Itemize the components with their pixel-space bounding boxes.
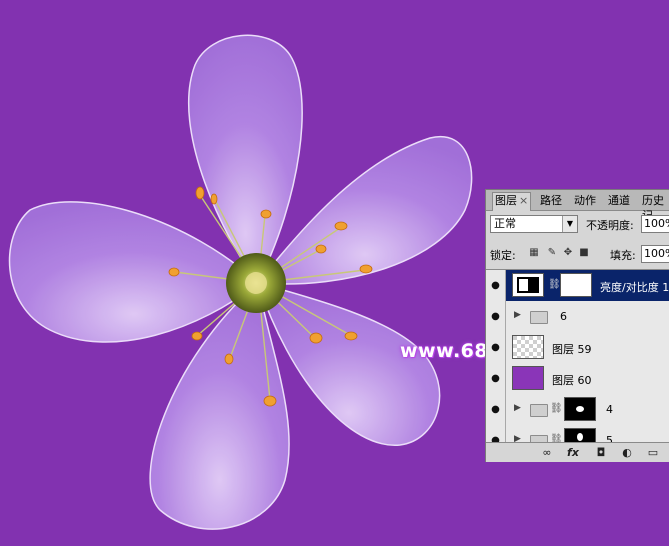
eye-icon[interactable]: ● xyxy=(486,270,506,301)
layer-name: 4 xyxy=(606,403,613,416)
adjustment-thumb xyxy=(512,273,544,297)
lock-label: 锁定: xyxy=(490,249,516,262)
lock-move-icon[interactable]: ✥ xyxy=(562,247,574,259)
layer-mask-thumb xyxy=(564,428,596,443)
layer-row[interactable]: ● 图层 60 xyxy=(486,363,669,395)
layer-row[interactable]: ● ▶ 6 xyxy=(486,301,669,333)
fill-label: 填充: xyxy=(610,249,636,262)
close-icon[interactable]: × xyxy=(519,194,528,207)
eye-icon[interactable]: ● xyxy=(486,363,506,394)
eye-icon[interactable]: ● xyxy=(486,332,506,363)
opacity-input[interactable]: 100% xyxy=(641,215,669,233)
panel-bottom-bar: ∞ fx ◘ ◐ ▭ xyxy=(486,442,669,462)
layer-name: 图层 59 xyxy=(552,343,592,356)
blend-row: 正常 ▼ 不透明度: 100% xyxy=(490,215,669,235)
eye-icon[interactable]: ● xyxy=(486,301,506,332)
layer-row[interactable]: ● ⛓ 亮度/对比度 1 xyxy=(486,270,669,302)
eye-icon[interactable]: ● xyxy=(486,425,506,443)
fx-icon[interactable]: fx xyxy=(566,446,580,459)
tab-paths[interactable]: 路径 xyxy=(538,193,564,209)
layers-panel: 图层× 路径 动作 通道 历史记 正常 ▼ 不透明度: 100% 锁定: ▦ ✎… xyxy=(485,189,669,462)
lock-brush-icon[interactable]: ✎ xyxy=(546,247,558,259)
adjustment-icon[interactable]: ◐ xyxy=(620,446,634,459)
chevron-down-icon: ▼ xyxy=(562,216,577,232)
folder-icon xyxy=(530,311,548,324)
layer-mask-thumb xyxy=(560,273,592,297)
opacity-label: 不透明度: xyxy=(586,219,634,232)
layer-thumb xyxy=(512,366,544,390)
layer-name: 图层 60 xyxy=(552,374,592,387)
layer-name: 亮度/对比度 1 xyxy=(600,281,669,294)
lock-transparent-icon[interactable]: ▦ xyxy=(528,247,540,259)
link-icon: ⛓ xyxy=(548,279,561,290)
link-icon: ⛓ xyxy=(550,403,563,414)
layers-list: ● ⛓ 亮度/对比度 1 ● ▶ 6 ● 图层 59 ● 图层 60 ● ▶ ⛓… xyxy=(486,269,669,443)
folder-icon[interactable]: ▭ xyxy=(646,446,660,459)
layer-thumb xyxy=(512,335,544,359)
layer-row[interactable]: ● ▶ ⛓ 5 xyxy=(486,425,669,443)
fill-input[interactable]: 100% xyxy=(641,245,669,263)
tab-actions[interactable]: 动作 xyxy=(572,193,598,209)
folder-icon xyxy=(530,404,548,417)
lock-row: 锁定: ▦ ✎ ✥ ■ 填充: 100% xyxy=(490,245,669,264)
blend-mode-select[interactable]: 正常 ▼ xyxy=(490,215,578,233)
layer-name: 6 xyxy=(560,310,567,323)
lock-all-icon[interactable]: ■ xyxy=(578,247,590,259)
tab-history[interactable]: 历史记 xyxy=(640,193,669,222)
layer-row[interactable]: ● 图层 59 xyxy=(486,332,669,364)
layer-row[interactable]: ● ▶ ⛓ 4 xyxy=(486,394,669,426)
expand-triangle-icon[interactable]: ▶ xyxy=(514,403,521,413)
mask-icon[interactable]: ◘ xyxy=(594,446,608,459)
layer-mask-thumb xyxy=(564,397,596,421)
tab-layers[interactable]: 图层 × xyxy=(492,192,532,211)
tab-channels[interactable]: 通道 xyxy=(606,193,632,209)
eye-icon[interactable]: ● xyxy=(486,394,506,425)
link-icon[interactable]: ∞ xyxy=(540,446,554,459)
panel-tabs: 图层× 路径 动作 通道 历史记 xyxy=(486,190,669,222)
expand-triangle-icon[interactable]: ▶ xyxy=(514,310,521,320)
